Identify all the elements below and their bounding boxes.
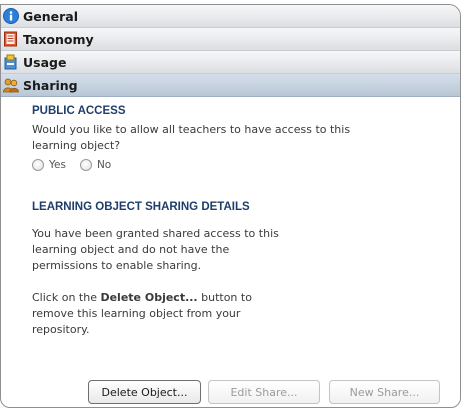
new-share-button[interactable]: New Share... xyxy=(329,380,440,404)
usage-icon xyxy=(3,54,19,70)
para2-bold: Delete Object... xyxy=(100,291,198,304)
sharing-details-para2-line2: remove this learning object from your xyxy=(32,307,241,320)
info-icon xyxy=(3,8,19,24)
sharing-details-para2-line1: Click on the Delete Object... button to xyxy=(32,290,460,306)
accordion-header-taxonomy[interactable]: Taxonomy xyxy=(1,28,460,51)
accordion-header-label: Sharing xyxy=(23,77,78,93)
accordion-header-label: Usage xyxy=(23,54,67,70)
sharing-content: PUBLIC ACCESS Would you like to allow al… xyxy=(1,97,460,338)
sharing-details-para1-line2: learning object and do not have the xyxy=(32,243,230,256)
sharing-details-para2-line3: repository. xyxy=(32,323,90,336)
properties-panel: General Taxonomy Usage Sharing PUBLIC AC… xyxy=(0,4,461,408)
public-access-question-line2: learning object? xyxy=(32,139,121,152)
public-access-options: Yes No xyxy=(32,159,460,171)
para2-prefix: Click on the xyxy=(32,291,101,304)
yes-radio[interactable] xyxy=(32,159,44,171)
accordion-header-label: General xyxy=(23,8,78,24)
no-radio[interactable] xyxy=(79,159,92,171)
no-radio-label[interactable]: No xyxy=(97,159,111,171)
accordion-header-label: Taxonomy xyxy=(23,31,94,47)
edit-share-button[interactable]: Edit Share... xyxy=(208,380,320,404)
delete-object-button[interactable]: Delete Object... xyxy=(88,380,201,404)
sharing-icon xyxy=(3,77,19,93)
sharing-details-title: LEARNING OBJECT SHARING DETAILS xyxy=(32,201,250,213)
accordion-header-sharing[interactable]: Sharing xyxy=(1,74,460,97)
sharing-details-para1-line3: permissions to enable sharing. xyxy=(32,259,202,272)
taxonomy-icon xyxy=(3,31,19,47)
accordion-header-usage[interactable]: Usage xyxy=(1,51,460,74)
accordion-header-general[interactable]: General xyxy=(1,5,460,28)
public-access-title: PUBLIC ACCESS xyxy=(32,105,126,117)
sharing-details-para1-line1: You have been granted shared access to t… xyxy=(32,227,279,240)
yes-radio-label[interactable]: Yes xyxy=(49,159,66,171)
para2-suffix: button to xyxy=(197,291,252,304)
public-access-question-line1: Would you like to allow all teachers to … xyxy=(32,123,351,136)
